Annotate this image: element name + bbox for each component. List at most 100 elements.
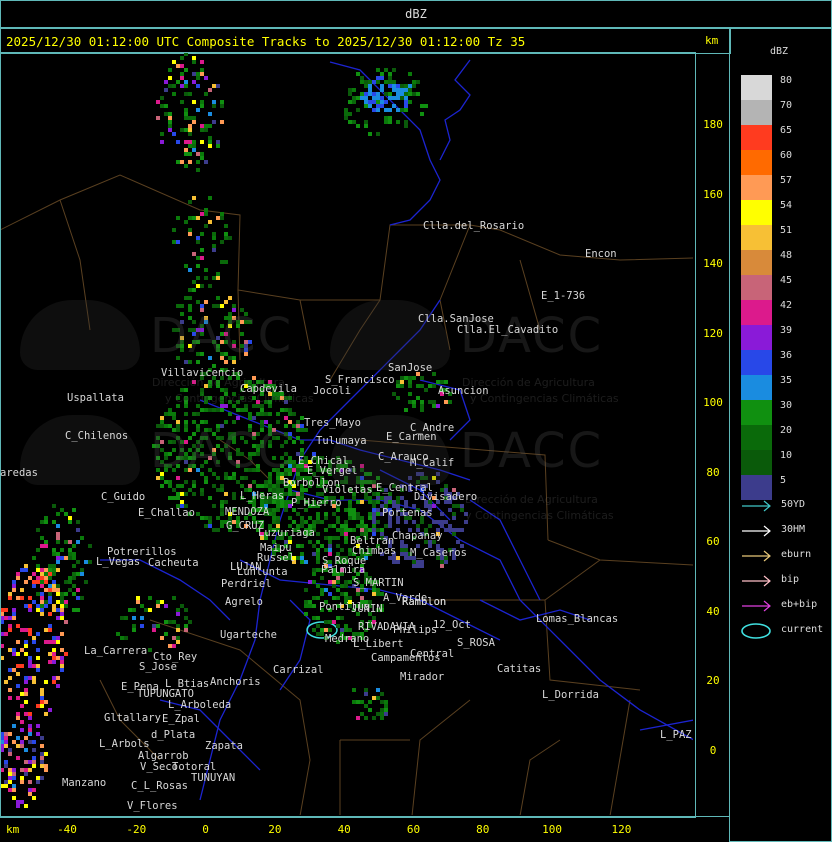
x-tick-label: 120 — [611, 823, 632, 836]
place-label: JUNIN — [351, 603, 383, 615]
watermark-brand: DACC — [150, 423, 294, 479]
place-label: La_Carrera — [84, 645, 148, 657]
legend-swatch — [741, 300, 772, 325]
place-label: Central — [410, 648, 455, 660]
legend-level-label: 20 — [780, 425, 793, 436]
track-legend-label: bip — [781, 574, 800, 585]
legend-swatch — [741, 375, 772, 400]
track-arrow-icon — [742, 500, 771, 512]
place-label: Portenas — [382, 507, 433, 519]
place-label: E_Challao — [138, 507, 195, 519]
place-label: M_Caseros — [410, 547, 467, 559]
y-tick-label: 160 — [703, 187, 723, 201]
place-label: C_Guido — [101, 491, 146, 503]
place-label: V_Flores — [127, 800, 178, 812]
place-label: S_Roque — [322, 555, 367, 567]
legend-level-label: 51 — [780, 225, 793, 236]
legend-level-label: 80 — [780, 75, 793, 86]
place-label: Perdriel — [221, 578, 272, 590]
x-tick-label: -20 — [126, 823, 147, 836]
y-tick-label: 0 — [709, 743, 717, 757]
legend-swatch — [741, 100, 772, 125]
legend-level-label: 30 — [780, 400, 793, 411]
place-label: L_Libert — [353, 638, 404, 650]
place-label: Lomas_Blancas — [536, 613, 619, 625]
legend-level-label: 35 — [780, 375, 793, 386]
track-legend-label: current — [781, 624, 824, 635]
x-tick-label: 60 — [406, 823, 421, 836]
place-label: TUNUYAN — [191, 772, 236, 784]
current-ellipse-icon — [741, 623, 771, 639]
place-label: d_Plata — [151, 729, 196, 741]
x-tick-label: 80 — [476, 823, 490, 836]
legend-level-label: 45 — [780, 275, 793, 286]
y-tick-label: 20 — [706, 674, 720, 687]
legend-level-label: 54 — [780, 200, 793, 211]
place-label: L_Btias — [165, 678, 210, 690]
place-label: Zapata — [205, 740, 243, 752]
legend-swatch — [741, 150, 772, 175]
legend-level-label: 57 — [780, 175, 793, 186]
y-tick-label: 120 — [703, 326, 723, 340]
place-label: S_ROSA — [457, 637, 495, 649]
place-label: aredas — [0, 467, 38, 479]
place-label: E_Vergel — [307, 465, 358, 477]
x-axis-unit: km — [6, 823, 20, 836]
place-label: Uspallata — [67, 392, 124, 404]
legend-swatch — [741, 225, 772, 250]
legend-swatch — [741, 275, 772, 300]
y-tick-label: 100 — [703, 396, 723, 409]
track-legend-label: 30HM — [781, 524, 806, 535]
x-tick-label: 40 — [337, 823, 351, 836]
legend-level-label: 70 — [780, 100, 793, 111]
place-label: Carrizal — [273, 664, 324, 676]
watermark-brand: DACC — [150, 308, 294, 364]
legend-level-label: 36 — [780, 350, 793, 361]
legend-level-label: 5 — [780, 475, 787, 486]
watermark-line2: y Contingencias Climáticas — [470, 392, 619, 405]
legend-swatch — [741, 125, 772, 150]
y-tick-label: 140 — [703, 257, 723, 270]
legend-swatch — [741, 75, 772, 100]
place-label: L_Vegas — [96, 556, 141, 568]
place-label: Tulumaya — [316, 435, 367, 447]
place-label: L_Dorrida — [542, 689, 599, 701]
place-label: C_L_Rosas — [131, 780, 188, 792]
place-label: 12_Oct — [433, 619, 471, 631]
place-label: SanJose — [388, 362, 433, 374]
x-tick-label: -40 — [57, 823, 77, 836]
track-arrow-icon — [742, 600, 771, 612]
place-label: P_Hierro — [291, 497, 342, 509]
place-label: Clla.del_Rosario — [423, 220, 525, 232]
y-axis-unit: km — [705, 34, 719, 47]
track-legend-label: eb+bip — [781, 599, 818, 610]
place-label: S_MARTIN — [353, 577, 404, 589]
place-label: L_Arboleda — [168, 699, 232, 711]
place-label: Anchoris — [210, 676, 261, 688]
legend-swatch — [741, 325, 772, 350]
place-label: M_Calif — [410, 457, 455, 469]
place-label: E_Carmen — [386, 431, 437, 443]
legend-swatch — [741, 200, 772, 225]
legend-level-label: 42 — [780, 300, 793, 311]
x-tick-label: 0 — [202, 823, 209, 836]
place-label: Agrelo — [225, 596, 263, 608]
x-tick-label: 20 — [268, 823, 282, 836]
legend-level-label: 48 — [780, 250, 793, 261]
place-label: Ugarteche — [220, 629, 277, 641]
legend-level-label: 60 — [780, 150, 793, 161]
place-label: Encon — [585, 248, 617, 260]
place-label: Russel — [257, 552, 295, 564]
legend-swatch — [741, 400, 772, 425]
place-label: Tres_Mayo — [304, 417, 361, 429]
place-label: Philips — [393, 624, 438, 636]
legend-title: dBZ — [770, 46, 789, 57]
place-label: Mirador — [400, 671, 445, 683]
place-label: Violetas — [322, 484, 373, 496]
place-label: S_Jose — [139, 661, 177, 673]
place-label: L_Heras — [240, 490, 285, 502]
y-tick-label: 40 — [706, 604, 720, 618]
place-label: Jocoli — [313, 385, 351, 397]
place-label: E_1-736 — [541, 290, 586, 302]
legend-level-label: 65 — [780, 125, 793, 136]
